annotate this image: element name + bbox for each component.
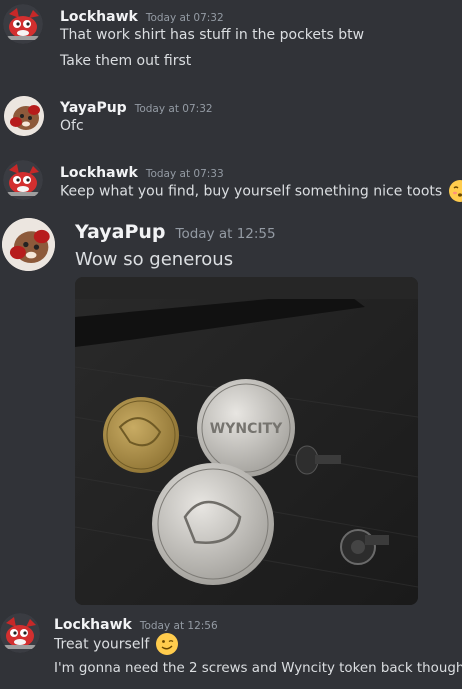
message-text: Ofc [60, 118, 84, 134]
avatar[interactable] [3, 160, 43, 200]
avatar[interactable] [4, 96, 44, 136]
pup-avatar-icon [2, 218, 55, 271]
message-text: Keep what you find, buy yourself somethi… [60, 183, 443, 200]
username[interactable]: Lockhawk [54, 617, 132, 633]
message-text: I'm gonna need the 2 screws and Wyncity … [54, 661, 462, 676]
svg-text:WYNCITY: WYNCITY [210, 421, 283, 437]
timestamp: Today at 12:56 [139, 620, 218, 632]
message-text: Treat yourself [54, 636, 150, 653]
message-text: That work shirt has stuff in the pockets… [60, 27, 365, 43]
fox-avatar-icon [3, 160, 43, 200]
username[interactable]: YayaPup [60, 100, 127, 116]
fox-avatar-icon [0, 613, 40, 653]
username[interactable]: YayaPup [75, 221, 166, 243]
avatar[interactable] [0, 613, 40, 653]
message-text: Take them out first [60, 53, 192, 69]
fox-avatar-icon [3, 4, 43, 44]
pup-avatar-icon [4, 96, 44, 136]
timestamp: Today at 07:33 [145, 168, 224, 180]
timestamp: Today at 12:55 [175, 226, 276, 242]
coins-photo-image: WYNCITY [75, 277, 418, 605]
message-text: Wow so generous [75, 249, 234, 270]
username[interactable]: Lockhawk [60, 9, 138, 25]
timestamp: Today at 07:32 [134, 103, 213, 115]
username[interactable]: Lockhawk [60, 165, 138, 181]
avatar[interactable] [3, 4, 43, 44]
avatar[interactable] [2, 218, 55, 271]
timestamp: Today at 07:32 [145, 12, 224, 24]
image-attachment[interactable]: WYNCITY [75, 277, 418, 605]
kissing-face-emoji-icon [449, 180, 462, 202]
winking-face-emoji-icon [156, 633, 179, 655]
